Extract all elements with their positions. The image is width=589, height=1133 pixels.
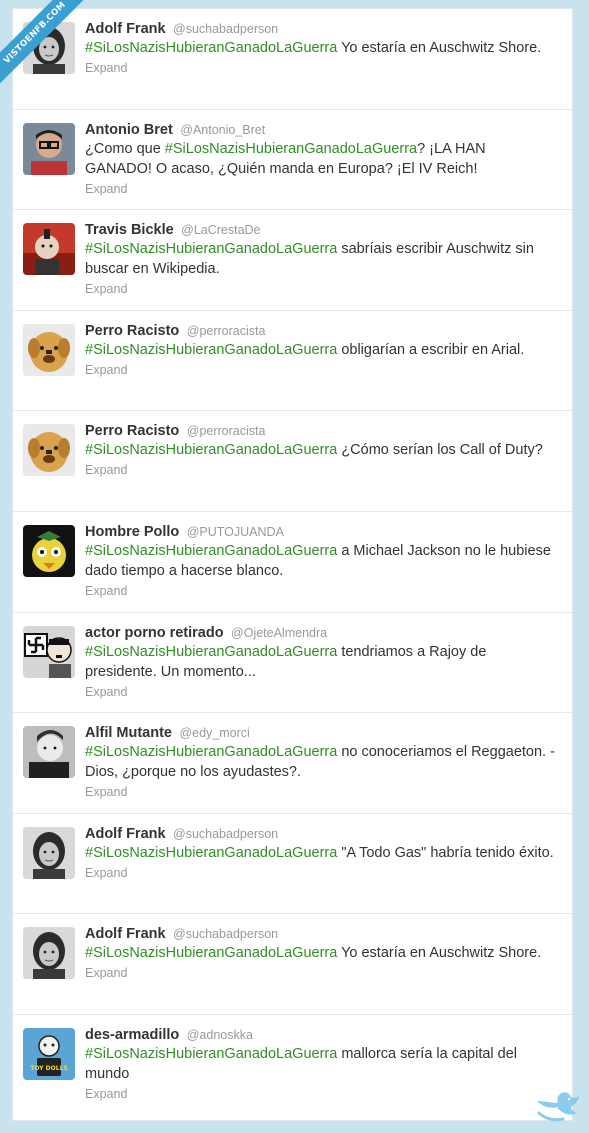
tweet-header: actor porno retirado @OjeteAlmendra bbox=[85, 624, 562, 642]
tweet-username[interactable]: @Antonio_Bret bbox=[180, 123, 265, 137]
tweet-header: Travis Bickle @LaCrestaDe bbox=[85, 221, 562, 239]
tweet-header: Adolf Frank @suchabadperson bbox=[85, 20, 562, 38]
tweet-text: #SiLosNazisHubieranGanadoLaGuerra no con… bbox=[85, 742, 555, 782]
tweet-username[interactable]: @edy_morci bbox=[179, 726, 249, 740]
tweet-username[interactable]: @OjeteAlmendra bbox=[231, 626, 327, 640]
tweet-fullname[interactable]: actor porno retirado bbox=[85, 625, 224, 641]
tweet-text-after: Yo estaría en Auschwitz Shore. bbox=[337, 945, 542, 962]
tweet-fullname[interactable]: Antonio Bret bbox=[85, 122, 173, 138]
chicken-man-avatar[interactable] bbox=[23, 524, 75, 577]
tweet-text: #SiLosNazisHubieranGanadoLaGuerra tendri… bbox=[85, 642, 555, 682]
tweet-text-after: "A Todo Gas" habría tenido éxito. bbox=[337, 844, 554, 861]
expand-link[interactable]: Expand bbox=[85, 363, 127, 377]
tweet-text: #SiLosNazisHubieranGanadoLaGuerra a Mich… bbox=[85, 541, 555, 581]
tweet-username[interactable]: @PUTOJUANDA bbox=[187, 525, 284, 539]
hashtag-link[interactable]: #SiLosNazisHubieranGanadoLaGuerra bbox=[165, 141, 417, 157]
hashtag-link[interactable]: #SiLosNazisHubieranGanadoLaGuerra bbox=[85, 342, 337, 358]
hashtag-link[interactable]: #SiLosNazisHubieranGanadoLaGuerra bbox=[85, 1046, 337, 1062]
tweet-header: Alfil Mutante @edy_morci bbox=[85, 724, 562, 742]
tweet-username[interactable]: @suchabadperson bbox=[173, 827, 278, 841]
tweet-item[interactable]: Perro Racisto @perroracista #SiLosNazisHu… bbox=[13, 311, 572, 412]
tweet-item[interactable]: Adolf Frank @suchabadperson #SiLosNazisHu… bbox=[13, 914, 572, 1015]
tweet-text: #SiLosNazisHubieranGanadoLaGuerra sabría… bbox=[85, 239, 555, 279]
tweet-fullname[interactable]: Adolf Frank bbox=[85, 826, 166, 842]
tweet-item[interactable]: Antonio Bret @Antonio_Bret ¿Como que #SiL… bbox=[13, 110, 572, 211]
tweet-text: #SiLosNazisHubieranGanadoLaGuerra "A Tod… bbox=[85, 843, 555, 863]
tweet-fullname[interactable]: Hombre Pollo bbox=[85, 524, 179, 540]
tweet-text-before: ¿Como que bbox=[85, 140, 165, 157]
tweet-header: Antonio Bret @Antonio_Bret bbox=[85, 121, 562, 139]
tweet-fullname[interactable]: Alfil Mutante bbox=[85, 725, 172, 741]
tweet-username[interactable]: @LaCrestaDe bbox=[181, 223, 260, 237]
tweet-item[interactable]: Hombre Pollo @PUTOJUANDA #SiLosNazisHubie… bbox=[13, 512, 572, 613]
bw-man-avatar[interactable] bbox=[23, 726, 75, 779]
expand-link[interactable]: Expand bbox=[85, 966, 127, 980]
tweet-text-after: Yo estaría en Auschwitz Shore. bbox=[337, 40, 542, 56]
tweet-fullname[interactable]: Adolf Frank bbox=[85, 926, 166, 942]
expand-link[interactable]: Expand bbox=[85, 866, 127, 880]
tweet-text: #SiLosNazisHubieranGanadoLaGuerra Yo est… bbox=[85, 38, 555, 58]
tweet-username[interactable]: @perroracista bbox=[187, 324, 266, 338]
tweet-item[interactable]: Perro Racisto @perroracista #SiLosNazisHu… bbox=[13, 411, 572, 512]
tweet-fullname[interactable]: Perro Racisto bbox=[85, 423, 179, 439]
hashtag-link[interactable]: #SiLosNazisHubieranGanadoLaGuerra bbox=[85, 40, 337, 56]
hashtag-link[interactable]: #SiLosNazisHubieranGanadoLaGuerra bbox=[85, 744, 337, 760]
dog-avatar[interactable] bbox=[23, 323, 75, 376]
hashtag-link[interactable]: #SiLosNazisHubieranGanadoLaGuerra bbox=[85, 845, 337, 861]
hashtag-link[interactable]: #SiLosNazisHubieranGanadoLaGuerra bbox=[85, 543, 337, 559]
tweet-item[interactable]: Adolf Frank @suchabadperson #SiLosNazisHu… bbox=[13, 814, 572, 915]
tweet-item[interactable]: actor porno retirado @OjeteAlmendra #SiLo… bbox=[13, 613, 572, 714]
tweet-username[interactable]: @suchabadperson bbox=[173, 22, 278, 36]
expand-link[interactable]: Expand bbox=[85, 685, 127, 699]
tweet-item[interactable]: Travis Bickle @LaCrestaDe #SiLosNazisHubi… bbox=[13, 210, 572, 311]
portrait-girl-avatar[interactable] bbox=[23, 826, 75, 879]
expand-link[interactable]: Expand bbox=[85, 282, 127, 296]
dog-avatar[interactable] bbox=[23, 424, 75, 477]
expand-link[interactable]: Expand bbox=[85, 584, 127, 598]
tweet-text: ¿Como que #SiLosNazisHubieranGanadoLaGue… bbox=[85, 139, 555, 179]
hashtag-link[interactable]: #SiLosNazisHubieranGanadoLaGuerra bbox=[85, 945, 337, 961]
expand-link[interactable]: Expand bbox=[85, 61, 127, 75]
tweet-header: Adolf Frank @suchabadperson bbox=[85, 925, 562, 943]
tweet-username[interactable]: @perroracista bbox=[187, 424, 266, 438]
expand-link[interactable]: Expand bbox=[85, 785, 127, 799]
toy-dolls-avatar[interactable]: TOY DOLLS bbox=[23, 1027, 75, 1080]
tweet-text: #SiLosNazisHubieranGanadoLaGuerra Yo est… bbox=[85, 943, 555, 963]
tweet-username[interactable]: @suchabadperson bbox=[173, 927, 278, 941]
tweet-timeline: Adolf Frank @suchabadperson #SiLosNazisHu… bbox=[12, 8, 573, 1121]
tweet-item[interactable]: Alfil Mutante @edy_morci #SiLosNazisHubie… bbox=[13, 713, 572, 814]
tweet-fullname[interactable]: Travis Bickle bbox=[85, 222, 174, 238]
tweet-header: des-armadillo @adnoskka bbox=[85, 1026, 562, 1044]
tweet-fullname[interactable]: des-armadillo bbox=[85, 1027, 179, 1043]
tweet-item[interactable]: Adolf Frank @suchabadperson #SiLosNazisHu… bbox=[13, 9, 572, 110]
tweet-header: Perro Racisto @perroracista bbox=[85, 422, 562, 440]
portrait-girl-avatar[interactable] bbox=[23, 927, 75, 980]
tweet-header: Hombre Pollo @PUTOJUANDA bbox=[85, 523, 562, 541]
cartoon-dictator-avatar[interactable] bbox=[23, 625, 75, 678]
man-glasses-avatar[interactable] bbox=[23, 122, 75, 175]
tweet-username[interactable]: @adnoskka bbox=[187, 1028, 253, 1042]
tweet-text: #SiLosNazisHubieranGanadoLaGuerra mallor… bbox=[85, 1044, 555, 1084]
tweet-header: Perro Racisto @perroracista bbox=[85, 322, 562, 340]
tweet-item[interactable]: TOY DOLLS des-armadillo @adnoskka #SiLosNa… bbox=[13, 1015, 572, 1116]
expand-link[interactable]: Expand bbox=[85, 182, 127, 196]
tweet-text-after: obligarían a escribir en Arial. bbox=[337, 341, 525, 358]
avatar-badge-text: TOY DOLLS bbox=[30, 1065, 67, 1072]
hashtag-link[interactable]: #SiLosNazisHubieranGanadoLaGuerra bbox=[85, 644, 337, 660]
tweet-text-after: ¿Cómo serían los Call of Duty? bbox=[337, 442, 543, 459]
tweet-fullname[interactable]: Adolf Frank bbox=[85, 21, 166, 37]
hashtag-link[interactable]: #SiLosNazisHubieranGanadoLaGuerra bbox=[85, 241, 337, 257]
twitter-bird-icon bbox=[537, 1092, 579, 1122]
expand-link[interactable]: Expand bbox=[85, 463, 127, 477]
expand-link[interactable]: Expand bbox=[85, 1087, 127, 1101]
tweet-header: Adolf Frank @suchabadperson bbox=[85, 825, 562, 843]
mohawk-man-avatar[interactable] bbox=[23, 223, 75, 276]
tweet-fullname[interactable]: Perro Racisto bbox=[85, 323, 179, 339]
hashtag-link[interactable]: #SiLosNazisHubieranGanadoLaGuerra bbox=[85, 442, 337, 458]
tweet-text: #SiLosNazisHubieranGanadoLaGuerra ¿Cómo … bbox=[85, 440, 555, 460]
tweet-text: #SiLosNazisHubieranGanadoLaGuerra obliga… bbox=[85, 340, 555, 360]
